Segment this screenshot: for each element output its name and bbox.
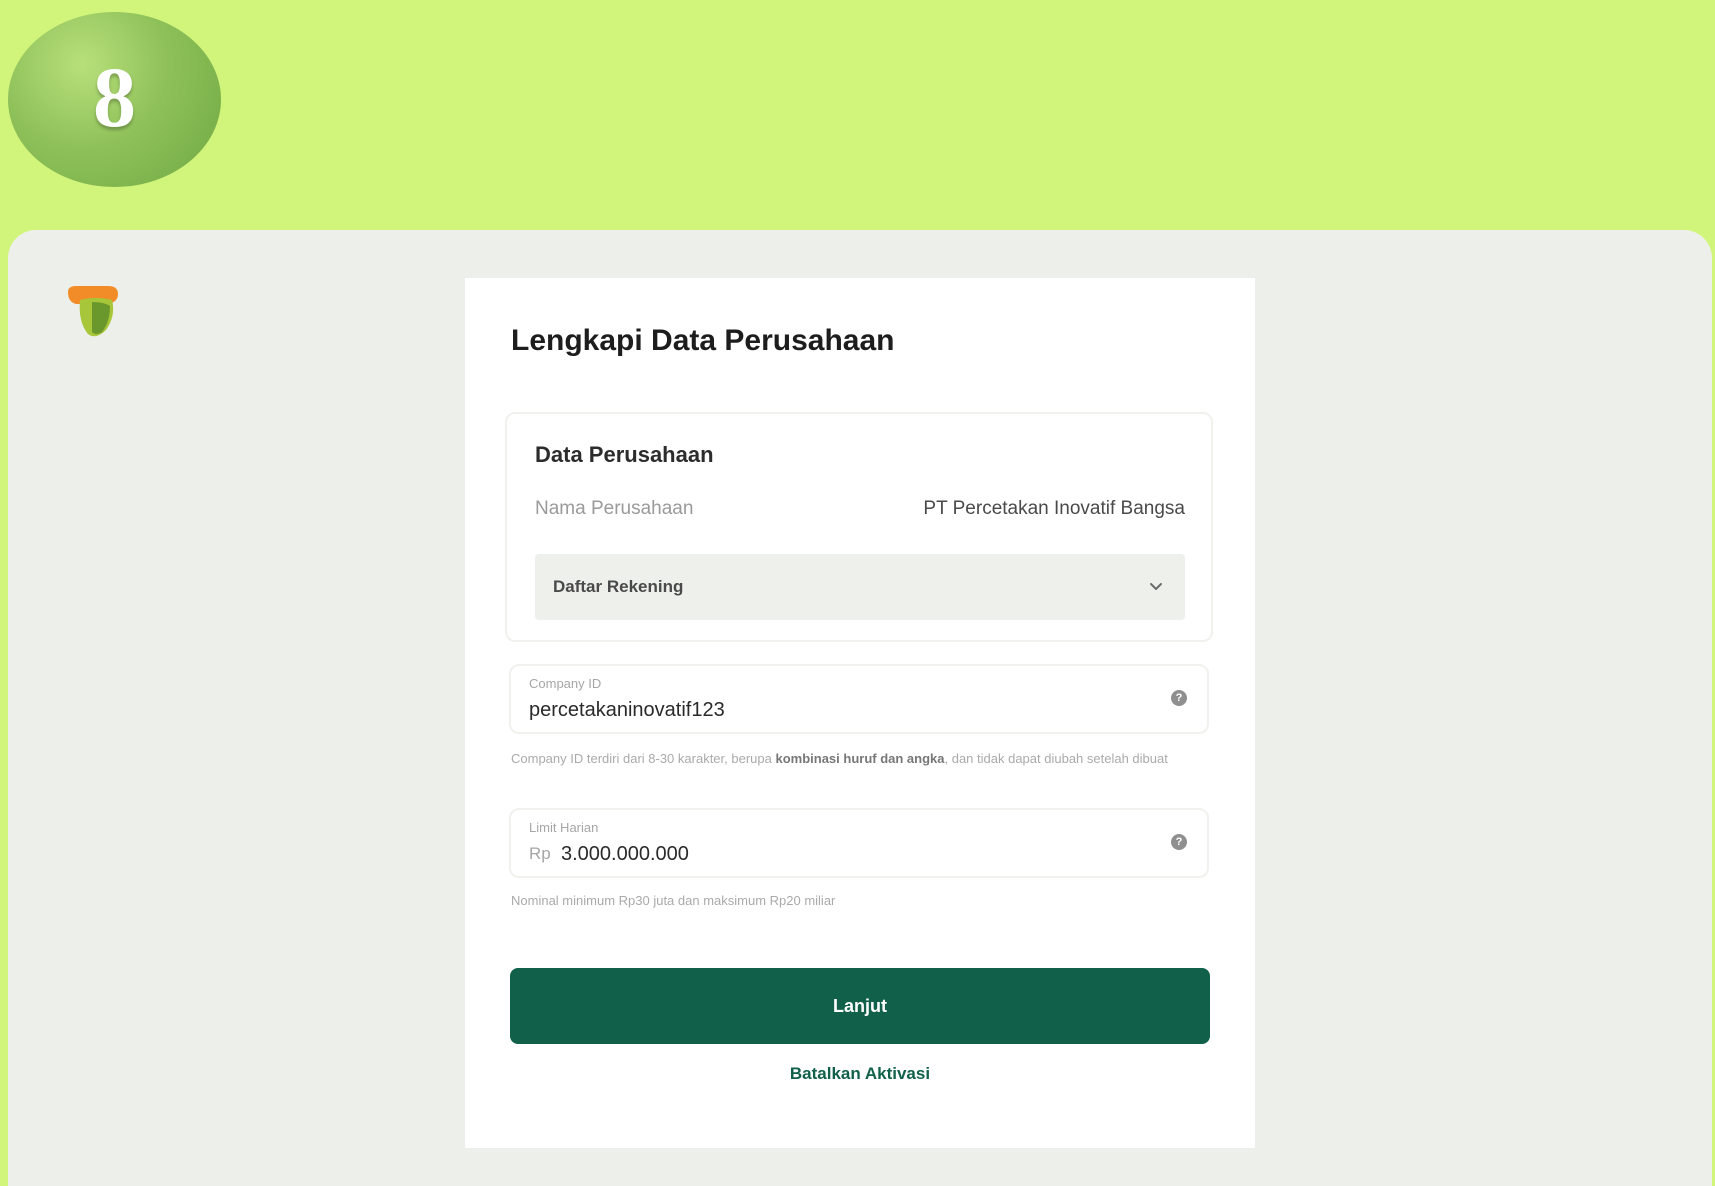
app-logo-icon <box>68 286 118 337</box>
company-data-section: Data Perusahaan Nama Perusahaan PT Perce… <box>505 412 1213 642</box>
daily-limit-field[interactable]: Limit Harian Rp ? <box>509 808 1209 878</box>
form-card: Lengkapi Data Perusahaan Data Perusahaan… <box>465 278 1255 1148</box>
app-panel: Lengkapi Data Perusahaan Data Perusahaan… <box>8 230 1712 1186</box>
step-number: 8 <box>93 48 136 145</box>
company-id-hint: Company ID terdiri dari 8-30 karakter, b… <box>511 748 1171 770</box>
help-icon[interactable]: ? <box>1171 834 1187 850</box>
account-list-dropdown[interactable]: Daftar Rekening <box>535 554 1185 620</box>
hint-text: Company ID terdiri dari 8-30 karakter, b… <box>511 751 776 766</box>
section-title: Data Perusahaan <box>535 442 714 467</box>
daily-limit-input[interactable] <box>561 840 1121 868</box>
currency-prefix: Rp <box>529 844 551 863</box>
company-id-label: Company ID <box>529 676 602 691</box>
account-list-label: Daftar Rekening <box>553 577 684 596</box>
daily-limit-hint: Nominal minimum Rp30 juta dan maksimum R… <box>511 893 836 908</box>
company-name-value: PT Percetakan Inovatif Bangsa <box>923 498 1185 519</box>
page-title: Lengkapi Data Perusahaan <box>511 324 895 357</box>
chevron-down-icon <box>1150 583 1162 590</box>
company-name-label: Nama Perusahaan <box>535 498 694 519</box>
company-id-input[interactable] <box>529 696 1089 724</box>
help-icon[interactable]: ? <box>1171 690 1187 706</box>
step-number-badge: 8 <box>8 12 221 187</box>
cancel-activation-link[interactable]: Batalkan Aktivasi <box>465 1064 1255 1084</box>
company-id-field[interactable]: Company ID ? <box>509 664 1209 734</box>
continue-button[interactable]: Lanjut <box>510 968 1210 1044</box>
daily-limit-label: Limit Harian <box>529 820 599 835</box>
hint-emphasis: kombinasi huruf dan angka <box>775 751 945 766</box>
hint-text-end: , dan tidak dapat diubah setelah dibuat <box>944 751 1168 766</box>
